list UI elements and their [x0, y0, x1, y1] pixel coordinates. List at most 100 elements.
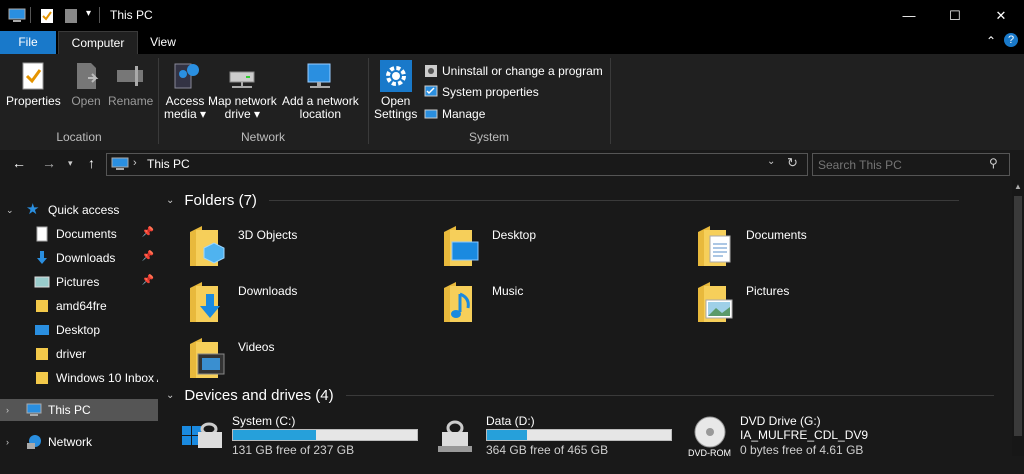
- collapse-chevron-icon[interactable]: ⌄: [166, 195, 174, 206]
- customize-quick-access-icon[interactable]: ▾: [86, 8, 91, 19]
- folder-desktop[interactable]: Desktop: [436, 222, 686, 274]
- desktop-folder-icon: [436, 222, 479, 270]
- nav-network[interactable]: › Network: [0, 431, 158, 453]
- 3d-objects-folder-icon: [182, 222, 225, 270]
- expand-chevron-icon[interactable]: ›: [6, 437, 18, 447]
- maximize-button[interactable]: ☐: [932, 0, 978, 31]
- folder-downloads[interactable]: Downloads: [182, 278, 432, 330]
- refresh-icon[interactable]: ↻: [787, 155, 798, 171]
- close-button[interactable]: ✕: [978, 0, 1024, 31]
- vertical-scrollbar[interactable]: ▲: [1012, 180, 1024, 456]
- locked-drive-icon: [438, 420, 472, 452]
- help-icon[interactable]: ?: [1004, 33, 1018, 47]
- videos-folder-icon: [182, 334, 225, 382]
- search-icon[interactable]: ⚲: [989, 156, 998, 170]
- this-pc-icon: [111, 157, 129, 170]
- access-media-button[interactable]: Access media ▾: [164, 60, 206, 121]
- open-button[interactable]: Open: [70, 60, 102, 108]
- tab-computer[interactable]: Computer: [58, 31, 138, 55]
- map-network-drive-button[interactable]: Map network drive ▾: [208, 60, 277, 121]
- music-folder-icon: [436, 278, 484, 326]
- folder-3d-objects[interactable]: 3D Objects: [182, 222, 432, 274]
- drive-dvd-g[interactable]: DVD-ROM DVD Drive (G:) IA_MULFRE_CDL_DV9…: [688, 414, 938, 474]
- breadcrumb-this-pc[interactable]: This PC: [147, 157, 190, 171]
- drive-usage-fill: [233, 430, 316, 440]
- nav-item-amd64fre[interactable]: amd64fre: [0, 295, 158, 317]
- folders-section-header[interactable]: ⌄ Folders (7): [166, 192, 959, 209]
- group-label-location: Location: [56, 130, 102, 144]
- settings-gear-icon: [379, 60, 412, 92]
- title-bar: ▾ This PC — ☐ ✕: [0, 0, 1024, 31]
- folder-pictures[interactable]: Pictures: [690, 278, 940, 330]
- folder-documents[interactable]: Documents: [690, 222, 940, 274]
- navigation-bar: ← → ▾ ↑ › This PC ⌄ ↻ ⚲: [0, 150, 1024, 178]
- nav-item-downloads[interactable]: Downloads 📌: [0, 247, 158, 269]
- recent-locations-chevron-icon[interactable]: ▾: [68, 158, 73, 169]
- collapse-ribbon-icon[interactable]: ⌃: [986, 34, 996, 48]
- search-box[interactable]: ⚲: [812, 153, 1010, 176]
- drive-system-c[interactable]: System (C:) 131 GB free of 237 GB: [180, 414, 430, 474]
- folder-music[interactable]: Music: [436, 278, 686, 330]
- open-icon: [77, 63, 99, 89]
- folder-videos[interactable]: Videos: [182, 334, 432, 386]
- nav-item-windows-10-inbox[interactable]: Windows 10 Inbox A: [0, 367, 158, 389]
- windows-drive-icon: [182, 422, 222, 448]
- new-folder-quick-icon[interactable]: [64, 8, 78, 24]
- scroll-up-icon[interactable]: ▲: [1014, 182, 1022, 191]
- properties-button[interactable]: Properties: [6, 60, 61, 108]
- desktop-icon: [35, 325, 49, 335]
- nav-item-desktop[interactable]: Desktop: [0, 319, 158, 341]
- folder-icon: [36, 300, 48, 312]
- folder-icon: [36, 372, 48, 384]
- drive-usage-bar: [486, 429, 672, 441]
- downloads-folder-icon: [182, 278, 220, 326]
- window-title: This PC: [110, 8, 153, 22]
- system-properties-button[interactable]: System properties: [424, 85, 539, 99]
- documents-folder-icon: [690, 222, 731, 270]
- nav-item-pictures[interactable]: Pictures 📌: [0, 271, 158, 293]
- ribbon: Properties Open Rename Location Access m…: [0, 54, 1024, 151]
- group-label-system: System: [468, 130, 509, 144]
- network-icon: [27, 435, 41, 449]
- nav-item-documents[interactable]: Documents 📌: [0, 223, 158, 245]
- nav-item-driver[interactable]: driver: [0, 343, 158, 365]
- expand-chevron-icon[interactable]: ›: [6, 405, 18, 415]
- expand-chevron-icon[interactable]: ⌄: [6, 205, 18, 216]
- uninstall-icon: [425, 65, 437, 77]
- pin-icon: 📌: [141, 251, 154, 262]
- collapse-chevron-icon[interactable]: ⌄: [166, 390, 174, 401]
- drive-data-d[interactable]: Data (D:) 364 GB free of 465 GB: [434, 414, 684, 474]
- pin-icon: 📌: [141, 275, 154, 286]
- address-dropdown-icon[interactable]: ⌄: [767, 156, 775, 167]
- rename-button[interactable]: Rename: [108, 60, 153, 108]
- network-location-icon: [307, 63, 331, 88]
- forward-arrow-icon[interactable]: →: [42, 155, 56, 171]
- add-network-location-button[interactable]: Add a network location: [282, 60, 359, 121]
- nav-this-pc[interactable]: › This PC: [0, 399, 158, 421]
- back-arrow-icon[interactable]: ←: [12, 155, 26, 171]
- devices-section-header[interactable]: ⌄ Devices and drives (4): [166, 387, 994, 404]
- downloads-icon: [37, 251, 47, 264]
- access-media-icon: [174, 63, 200, 89]
- tab-file[interactable]: File: [0, 31, 56, 54]
- properties-quick-icon[interactable]: [40, 8, 54, 24]
- scrollbar-thumb[interactable]: [1014, 196, 1022, 436]
- tab-view[interactable]: View: [140, 31, 186, 54]
- breadcrumb-chevron-icon[interactable]: ›: [133, 157, 137, 169]
- manage-button[interactable]: Manage: [424, 107, 485, 121]
- address-bar[interactable]: › This PC ⌄ ↻: [106, 153, 808, 176]
- this-pc-icon: [8, 8, 26, 22]
- drive-usage-bar: [232, 429, 418, 441]
- search-input[interactable]: [813, 154, 993, 175]
- documents-icon: [36, 226, 48, 242]
- system-properties-icon: [424, 85, 438, 97]
- navigation-pane: ⌄ ★ Quick access Documents 📌 Downloads 📌 P…: [0, 180, 158, 456]
- pictures-folder-icon: [690, 278, 733, 326]
- uninstall-program-button[interactable]: Uninstall or change a program: [424, 64, 603, 78]
- pin-icon: 📌: [141, 227, 154, 238]
- open-settings-button[interactable]: Open Settings: [374, 60, 417, 121]
- nav-quick-access[interactable]: ⌄ ★ Quick access: [0, 199, 158, 221]
- minimize-button[interactable]: —: [886, 0, 932, 31]
- manage-icon: [424, 109, 438, 119]
- up-arrow-icon[interactable]: ↑: [88, 155, 95, 171]
